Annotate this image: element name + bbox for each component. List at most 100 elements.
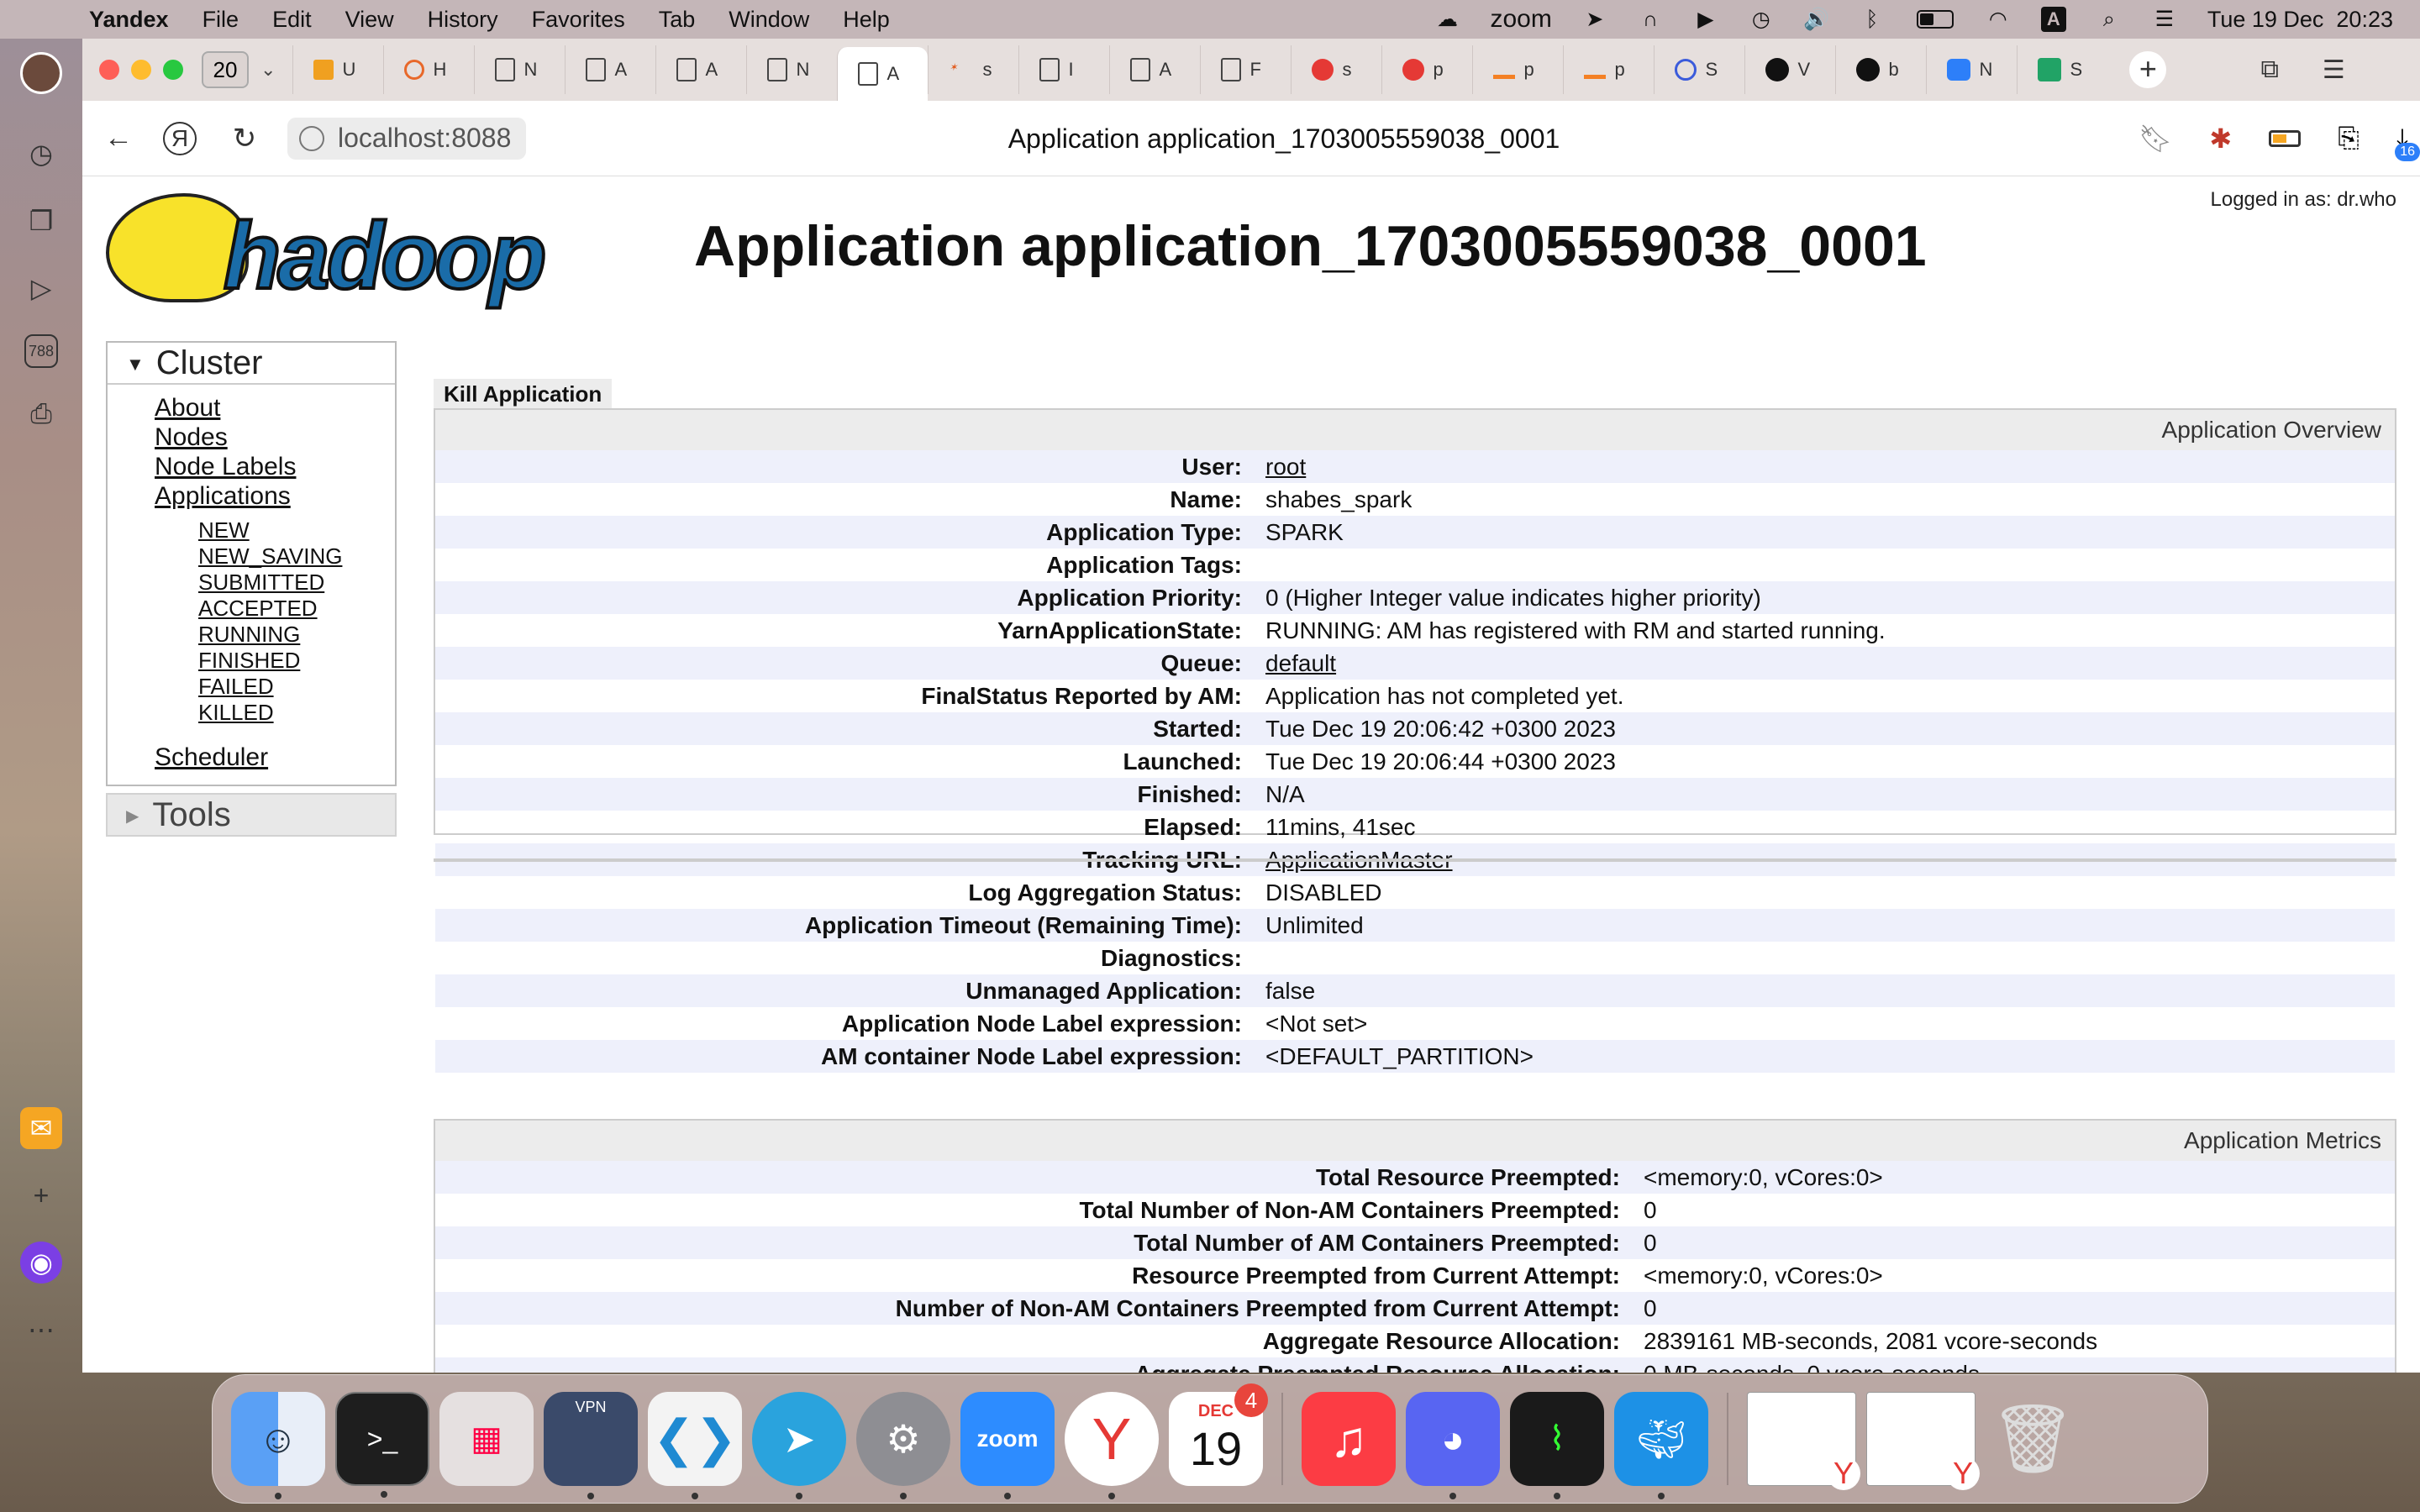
docker-icon[interactable]: 🐳︎ — [1614, 1392, 1708, 1499]
browser-tab[interactable]: p — [1472, 45, 1563, 94]
browser-tab-active[interactable]: A — [837, 47, 929, 101]
translate-icon[interactable]: ⎘ — [2338, 123, 2360, 155]
browser-tab[interactable]: s — [1291, 45, 1381, 94]
extension-bug-icon[interactable]: ✱ — [2209, 123, 2232, 155]
menu-window[interactable]: Window — [729, 7, 809, 33]
tab-manager-icon[interactable]: ⧉ — [2260, 55, 2278, 84]
spotlight-search-icon[interactable]: ⌕ — [2096, 7, 2122, 32]
vscode-icon[interactable]: ❮❯ — [648, 1392, 742, 1499]
browser-tab[interactable]: V — [1744, 45, 1835, 94]
browser-tab[interactable]: p — [1381, 45, 1472, 94]
browser-tab[interactable]: N — [746, 45, 837, 94]
browser-tab[interactable]: U — [292, 45, 383, 94]
browser-tab[interactable]: S — [1654, 45, 1744, 94]
address-bar[interactable]: localhost:8088 — [287, 117, 527, 160]
vpn-status-icon[interactable]: ∩ — [1638, 7, 1663, 32]
downloads-icon[interactable]: ⤓ 16 — [2395, 123, 2420, 161]
mail-app-icon[interactable]: ✉ — [20, 1107, 62, 1149]
control-center-icon[interactable]: ☰ — [2152, 7, 2177, 32]
more-icon[interactable]: ⋯ — [20, 1309, 62, 1351]
nav-link-nodes[interactable]: Nodes — [155, 423, 395, 452]
hadoop-logo[interactable]: hadoop — [106, 185, 610, 311]
telegram-status-icon[interactable]: ➤ — [1582, 7, 1607, 32]
tab-group-chevron-down-icon[interactable]: ⌄ — [260, 59, 276, 81]
video-icon[interactable]: ▷ — [20, 267, 62, 309]
menu-file[interactable]: File — [203, 7, 239, 33]
nav-link-scheduler[interactable]: Scheduler — [155, 743, 395, 772]
cluster-nav-header[interactable]: ▼ Cluster — [108, 343, 395, 385]
back-arrow-icon[interactable]: ← — [96, 116, 141, 161]
menu-view[interactable]: View — [345, 7, 394, 33]
site-security-icon[interactable] — [299, 125, 324, 151]
finder-icon[interactable]: ☺ — [231, 1392, 325, 1499]
nav-link-about[interactable]: About — [155, 393, 395, 423]
yandex-home-icon[interactable]: Я — [163, 121, 197, 155]
close-window-icon[interactable] — [99, 60, 119, 80]
browser-tab[interactable]: N — [1926, 45, 2017, 94]
launchpad-icon[interactable]: ▦ — [439, 1392, 534, 1486]
menu-tab[interactable]: Tab — [659, 7, 696, 33]
browser-tab[interactable]: S — [2017, 45, 2107, 94]
nav-link-applications[interactable]: Applications — [155, 481, 395, 511]
volume-icon[interactable]: 🔊 — [1803, 7, 1829, 32]
bluetooth-icon[interactable]: ᛒ — [1860, 7, 1885, 32]
alice-assistant-icon[interactable]: ◉ — [20, 1242, 62, 1284]
system-settings-icon[interactable]: ⚙ — [856, 1392, 950, 1499]
terminal-icon[interactable]: >_ — [335, 1392, 429, 1498]
telegram-icon[interactable]: ➤ — [752, 1392, 846, 1499]
wifi-icon[interactable]: ◠ — [1986, 7, 2011, 32]
time-machine-icon[interactable]: ◷ — [1749, 7, 1774, 32]
nav-state-finished[interactable]: FINISHED — [198, 648, 395, 674]
add-panel-icon[interactable]: + — [20, 1174, 62, 1216]
music-icon[interactable]: ♫ — [1302, 1392, 1396, 1486]
minimized-window-thumbnail-icon[interactable]: Y — [1866, 1392, 1980, 1490]
browser-tab[interactable]: ✶ s — [928, 45, 1018, 94]
menu-help[interactable]: Help — [843, 7, 890, 33]
menu-history[interactable]: History — [428, 7, 498, 33]
address-text[interactable]: localhost:8088 — [338, 123, 511, 154]
menubar-clock[interactable]: Tue 19 Dec 20:23 — [2207, 7, 2393, 33]
bookmark-icon[interactable]: 🔖︎ — [2139, 123, 2173, 155]
browser-tab[interactable]: b — [1835, 45, 1926, 94]
browser-tab[interactable]: N — [474, 45, 565, 94]
menu-favorites[interactable]: Favorites — [532, 7, 625, 33]
battery-extension-icon[interactable] — [2269, 130, 2302, 147]
play-status-icon[interactable]: ▶ — [1693, 7, 1718, 32]
zoom-window-icon[interactable] — [163, 60, 183, 80]
detail-link[interactable]: default — [1242, 650, 1336, 677]
vpn-tunnel-icon[interactable]: VPN — [544, 1392, 638, 1499]
tools-nav-header[interactable]: ▶ Tools — [106, 793, 397, 837]
menu-lines-icon[interactable]: ☰ — [2323, 55, 2345, 85]
nav-state-submitted[interactable]: SUBMITTED — [198, 570, 395, 596]
activity-monitor-icon[interactable]: ⌇ — [1510, 1392, 1604, 1499]
browser-tab[interactable]: A — [565, 45, 655, 94]
browser-tab[interactable]: F — [1200, 45, 1291, 94]
profile-avatar-icon[interactable] — [20, 52, 62, 94]
nav-link-node-labels[interactable]: Node Labels — [155, 452, 395, 481]
browser-tab[interactable]: I — [1018, 45, 1109, 94]
history-icon[interactable]: ◷ — [20, 133, 62, 175]
kill-application-button[interactable]: Kill Application — [434, 379, 613, 409]
nav-state-new[interactable]: NEW — [198, 517, 395, 543]
browser-tab[interactable]: A — [1109, 45, 1200, 94]
trash-icon[interactable]: 🗑︎ — [1986, 1392, 2080, 1486]
nav-state-accepted[interactable]: ACCEPTED — [198, 596, 395, 622]
input-source-icon[interactable]: A — [2040, 7, 2066, 32]
battery-icon[interactable] — [1915, 7, 1955, 32]
browser-tab[interactable]: A — [655, 45, 746, 94]
browser-tab[interactable]: H — [383, 45, 474, 94]
tab-group-counter[interactable]: 20 — [202, 51, 249, 88]
zoom-app-icon[interactable]: zoom — [960, 1392, 1055, 1499]
minimize-window-icon[interactable] — [131, 60, 151, 80]
nav-state-running[interactable]: RUNNING — [198, 622, 395, 648]
detail-link[interactable]: root — [1242, 454, 1306, 480]
collections-icon[interactable]: ❐ — [20, 200, 62, 242]
weather-icon[interactable]: ☁ — [1434, 7, 1460, 32]
nav-state-killed[interactable]: KILLED — [198, 700, 395, 726]
yandex-browser-icon[interactable]: Y — [1065, 1392, 1159, 1499]
minimized-window-thumbnail-icon[interactable]: Y — [1747, 1392, 1860, 1490]
counter-app-icon[interactable]: 788 — [24, 334, 58, 368]
calendar-icon[interactable]: DEC 19 4 — [1169, 1383, 1268, 1486]
screenshot-icon[interactable]: ⎙ — [20, 393, 62, 435]
menu-edit[interactable]: Edit — [272, 7, 312, 33]
